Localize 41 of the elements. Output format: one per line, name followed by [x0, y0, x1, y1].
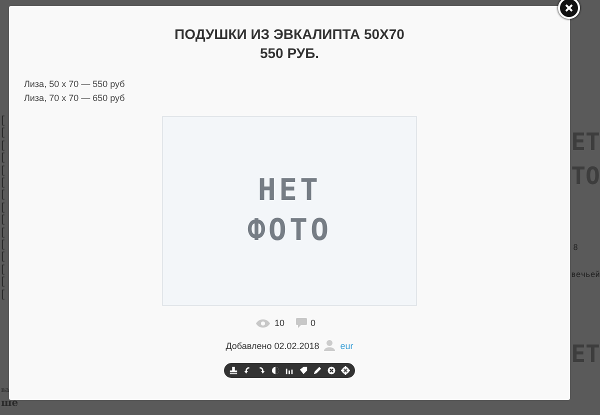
close-icon[interactable]: [565, 4, 573, 12]
variant-text: Лиза, 50 х 70 — 550 руб: [24, 78, 125, 91]
comment-count: 0: [310, 318, 316, 328]
background-text: [: [1, 177, 6, 190]
remove-icon[interactable]: [327, 366, 336, 375]
user-icon: [324, 340, 336, 351]
background-text: [: [1, 164, 6, 178]
background-text: [: [1, 276, 6, 289]
background-text: [: [1, 239, 6, 252]
background-text: [: [1, 189, 6, 202]
tag-icon[interactable]: [299, 366, 308, 375]
background-text: [: [1, 214, 6, 227]
background-text: 8: [573, 243, 578, 252]
view-count: 10: [274, 318, 284, 328]
background-text: [: [1, 251, 6, 264]
product-price: 550 РУБ.: [260, 44, 320, 63]
background-text: [: [1, 264, 6, 276]
background-text: вечьей: [571, 270, 600, 279]
added-date: Добавлено 02.02.2018: [226, 340, 320, 350]
close-button[interactable]: [558, 0, 580, 19]
variant-text: Лиза, 70 х 70 — 650 руб: [24, 92, 125, 105]
background-text: [: [1, 140, 6, 152]
background-text: [: [1, 288, 6, 302]
comment-icon: [296, 318, 306, 328]
contrast-icon[interactable]: [271, 366, 280, 375]
no-photo-text: НЕТ: [258, 174, 322, 208]
product-title: ПОДУШКИ ИЗ ЭВКАЛИПТА 50Х70: [174, 25, 404, 44]
no-photo-text: ФОТО: [247, 214, 332, 248]
eye-icon: [256, 318, 270, 328]
settings-icon[interactable]: [341, 366, 350, 375]
stamp-icon[interactable]: [229, 366, 238, 375]
rotate-left-icon[interactable]: [243, 366, 252, 375]
author-link[interactable]: eur: [340, 340, 354, 350]
background-text: [: [1, 226, 6, 240]
bar-chart-icon[interactable]: [285, 366, 294, 375]
background-text: [: [1, 202, 6, 214]
rotate-right-icon[interactable]: [257, 366, 266, 375]
background-text: [: [1, 127, 6, 140]
background-text: [: [1, 152, 6, 165]
pencil-icon[interactable]: [313, 366, 322, 375]
background-text: [: [1, 115, 6, 128]
